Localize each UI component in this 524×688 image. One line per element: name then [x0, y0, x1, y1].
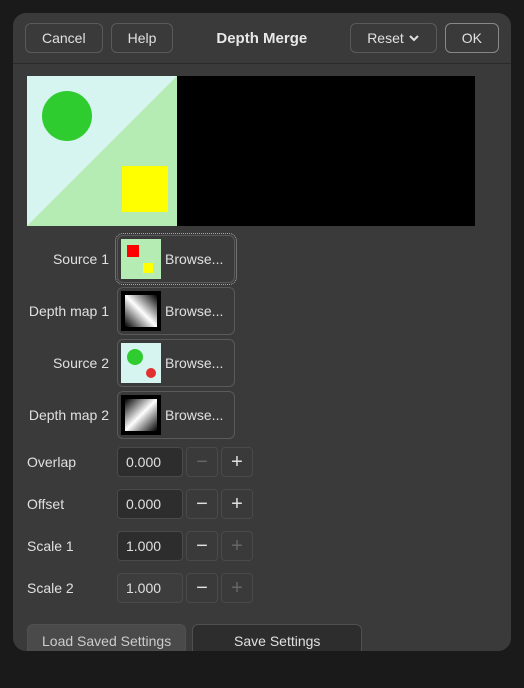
row-scale1: Scale 1 − + — [27, 528, 497, 564]
thumb-depthmap2 — [121, 395, 161, 435]
thumb-source2 — [121, 343, 161, 383]
cancel-button[interactable]: Cancel — [25, 23, 103, 53]
preview-area — [27, 76, 475, 226]
form: Source 1 Browse... Depth map 1 — [27, 236, 497, 652]
scale1-minus[interactable]: − — [186, 531, 218, 561]
footer: Load Saved Settings Save Settings — [27, 624, 497, 652]
overlap-plus[interactable]: + — [221, 447, 253, 477]
reset-label: Reset — [367, 30, 404, 46]
chevron-down-icon — [408, 32, 420, 44]
row-source1: Source 1 Browse... — [27, 236, 497, 282]
scale2-minus[interactable]: − — [186, 573, 218, 603]
page-title: Depth Merge — [181, 30, 342, 47]
row-overlap: Overlap − + — [27, 444, 497, 480]
reset-button[interactable]: Reset — [350, 23, 437, 53]
thumb-source1 — [121, 239, 161, 279]
label-source2: Source 2 — [27, 355, 117, 371]
row-depthmap1: Depth map 1 Browse... — [27, 288, 497, 334]
browse-source2[interactable]: Browse... — [117, 339, 235, 387]
browse-depthmap1[interactable]: Browse... — [117, 287, 235, 335]
help-button[interactable]: Help — [111, 23, 174, 53]
scale1-plus[interactable]: + — [221, 531, 253, 561]
row-depthmap2: Depth map 2 Browse... — [27, 392, 497, 438]
row-source2: Source 2 Browse... — [27, 340, 497, 386]
dialog-window: Cancel Help Depth Merge Reset OK Source … — [12, 12, 512, 652]
browse-text-depthmap2: Browse... — [165, 407, 228, 423]
browse-depthmap2[interactable]: Browse... — [117, 391, 235, 439]
label-scale1: Scale 1 — [27, 538, 117, 554]
label-depthmap1: Depth map 1 — [27, 303, 117, 319]
dialog-body: Source 1 Browse... Depth map 1 — [13, 64, 511, 652]
row-offset: Offset − + — [27, 486, 497, 522]
label-source1: Source 1 — [27, 251, 117, 267]
browse-text-source1: Browse... — [165, 251, 228, 267]
input-scale2[interactable] — [117, 573, 183, 603]
offset-minus[interactable]: − — [186, 489, 218, 519]
thumb-depthmap1 — [121, 291, 161, 331]
label-offset: Offset — [27, 496, 117, 512]
ok-button[interactable]: OK — [445, 23, 499, 53]
offset-plus[interactable]: + — [221, 489, 253, 519]
row-scale2: Scale 2 − + — [27, 570, 497, 606]
save-settings-button[interactable]: Save Settings — [192, 624, 362, 652]
load-saved-settings-button[interactable]: Load Saved Settings — [27, 624, 186, 652]
label-depthmap2: Depth map 2 — [27, 407, 117, 423]
input-offset[interactable] — [117, 489, 183, 519]
scale2-plus[interactable]: + — [221, 573, 253, 603]
label-overlap: Overlap — [27, 454, 117, 470]
browse-text-depthmap1: Browse... — [165, 303, 228, 319]
browse-text-source2: Browse... — [165, 355, 228, 371]
preview-image — [27, 76, 177, 226]
dialog-header: Cancel Help Depth Merge Reset OK — [13, 13, 511, 64]
input-overlap[interactable] — [117, 447, 183, 477]
label-scale2: Scale 2 — [27, 580, 117, 596]
input-scale1[interactable] — [117, 531, 183, 561]
browse-source1[interactable]: Browse... — [117, 235, 235, 283]
overlap-minus[interactable]: − — [186, 447, 218, 477]
